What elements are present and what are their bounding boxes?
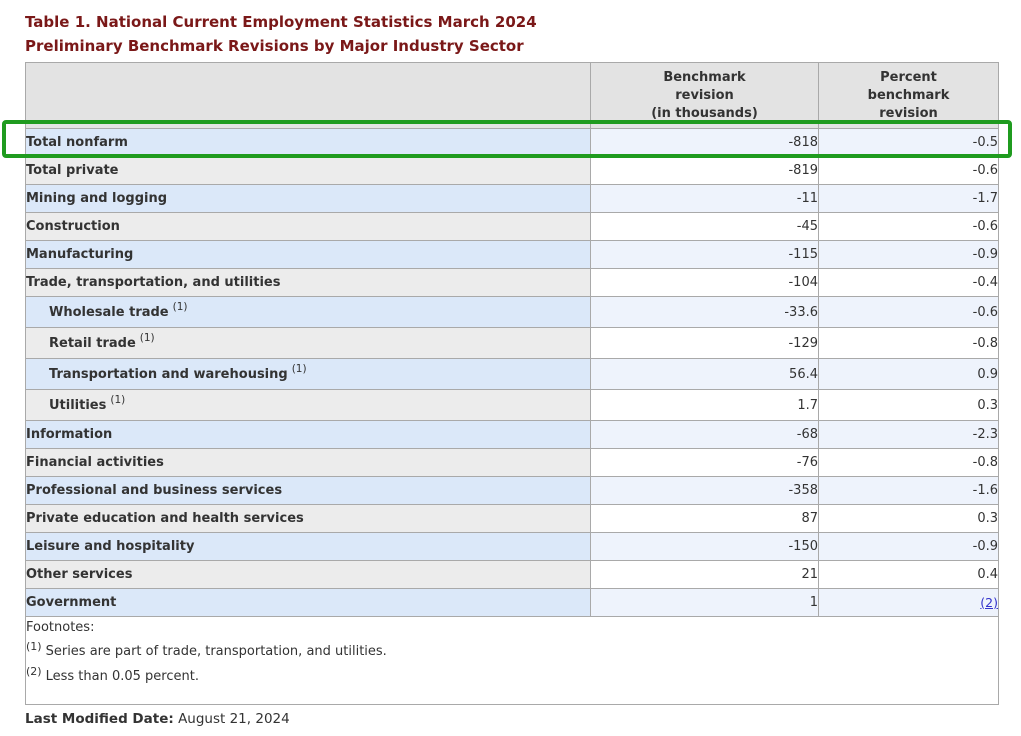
- benchmark-revision-cell: -76: [591, 449, 819, 477]
- table-row-government: Government 1 (2): [26, 589, 999, 617]
- row-label: Transportation and warehousing: [49, 367, 288, 382]
- table-row-private-education-and-health-services: Private education and health services 87…: [26, 505, 999, 533]
- row-label: Information: [26, 421, 591, 449]
- benchmark-revision-cell: -11: [591, 185, 819, 213]
- industry-column-header: [26, 63, 591, 129]
- benchmark-revision-column-header: Benchmark revision (in thousands): [591, 63, 819, 129]
- percent-revision-cell: 0.3: [819, 505, 999, 533]
- page: Table 1. National Current Employment Sta…: [0, 0, 1021, 736]
- table-row-information: Information -68 -2.3: [26, 421, 999, 449]
- last-modified: Last Modified Date: August 21, 2024: [25, 711, 290, 727]
- footnote-1-marker: (1): [26, 640, 42, 653]
- benchmark-revision-cell: 1.7: [591, 390, 819, 421]
- percent-revision-cell: -0.8: [819, 449, 999, 477]
- table-row-construction: Construction -45 -0.6: [26, 213, 999, 241]
- footnote-1-marker: (1): [110, 394, 125, 406]
- benchmark-revision-cell: -45: [591, 213, 819, 241]
- row-label: Wholesale trade: [49, 305, 169, 320]
- table-header-row: Benchmark revision (in thousands) Percen…: [26, 63, 999, 129]
- percent-revision-cell: 0.3: [819, 390, 999, 421]
- footnote-2-text: Less than 0.05 percent.: [46, 669, 199, 684]
- benchmark-revision-cell: -33.6: [591, 297, 819, 328]
- footnote-1-marker: (1): [292, 363, 307, 375]
- percent-revision-cell: -0.9: [819, 241, 999, 269]
- row-label: Mining and logging: [26, 185, 591, 213]
- table-row-wholesale-trade: Wholesale trade (1) -33.6 -0.6: [26, 297, 999, 328]
- percent-revision-cell: 0.9: [819, 359, 999, 390]
- footnotes-heading: Footnotes:: [26, 617, 998, 639]
- row-label: Construction: [26, 213, 591, 241]
- row-label: Trade, transportation, and utilities: [26, 269, 591, 297]
- row-label: Total nonfarm: [26, 129, 591, 157]
- benchmark-revision-cell: 21: [591, 561, 819, 589]
- percent-revision-cell: -1.6: [819, 477, 999, 505]
- benchmark-revision-cell: 87: [591, 505, 819, 533]
- percent-revision-cell: 0.4: [819, 561, 999, 589]
- row-label: Manufacturing: [26, 241, 591, 269]
- last-modified-value: August 21, 2024: [178, 711, 290, 727]
- table-row-leisure-and-hospitality: Leisure and hospitality -150 -0.9: [26, 533, 999, 561]
- page-title-line-2: Preliminary Benchmark Revisions by Major…: [25, 34, 537, 58]
- benchmark-revision-cell: -358: [591, 477, 819, 505]
- percent-revision-cell: -0.6: [819, 213, 999, 241]
- last-modified-label: Last Modified Date:: [25, 711, 174, 727]
- percent-revision-column-header: Percent benchmark revision: [819, 63, 999, 129]
- benchmark-revision-cell: -68: [591, 421, 819, 449]
- benchmark-revision-cell: -819: [591, 157, 819, 185]
- row-label: Private education and health services: [26, 505, 591, 533]
- table-row-professional-and-business-services: Professional and business services -358 …: [26, 477, 999, 505]
- page-title: Table 1. National Current Employment Sta…: [25, 10, 537, 58]
- benchmark-revision-cell: 56.4: [591, 359, 819, 390]
- table-row-total-private: Total private -819 -0.6: [26, 157, 999, 185]
- footnote-2: (2) Less than 0.05 percent.: [26, 664, 998, 689]
- table-row-financial-activities: Financial activities -76 -0.8: [26, 449, 999, 477]
- footnote-2-marker: (2): [26, 665, 42, 678]
- row-label: Other services: [26, 561, 591, 589]
- percent-revision-cell: -0.9: [819, 533, 999, 561]
- row-label: Leisure and hospitality: [26, 533, 591, 561]
- percent-revision-cell: -0.6: [819, 157, 999, 185]
- percent-revision-cell: (2): [819, 589, 999, 617]
- footnote-1-marker: (1): [140, 332, 155, 344]
- row-label: Retail trade: [49, 336, 136, 351]
- table-header: Benchmark revision (in thousands) Percen…: [26, 63, 999, 129]
- percent-revision-cell: -0.6: [819, 297, 999, 328]
- row-label: Government: [26, 589, 591, 617]
- table-row-other-services: Other services 21 0.4: [26, 561, 999, 589]
- table-row-utilities: Utilities (1) 1.7 0.3: [26, 390, 999, 421]
- footnotes-row: Footnotes: (1) Series are part of trade, …: [26, 617, 999, 705]
- benchmark-revision-cell: -818: [591, 129, 819, 157]
- table-row-retail-trade: Retail trade (1) -129 -0.8: [26, 328, 999, 359]
- table-row-transportation-and-warehousing: Transportation and warehousing (1) 56.4 0…: [26, 359, 999, 390]
- percent-revision-cell: -0.4: [819, 269, 999, 297]
- footnotes-section: Footnotes: (1) Series are part of trade, …: [26, 617, 999, 705]
- percent-revision-cell: -0.5: [819, 129, 999, 157]
- percent-revision-cell: -2.3: [819, 421, 999, 449]
- footnote-1-text: Series are part of trade, transportation…: [46, 644, 387, 659]
- footnote-1-marker: (1): [173, 301, 188, 313]
- benchmark-revisions-table: Benchmark revision (in thousands) Percen…: [25, 62, 999, 705]
- table-row-trade-transportation-utilities: Trade, transportation, and utilities -10…: [26, 269, 999, 297]
- page-title-line-1: Table 1. National Current Employment Sta…: [25, 10, 537, 34]
- row-label: Utilities: [49, 398, 106, 413]
- footnote-1: (1) Series are part of trade, transportat…: [26, 639, 998, 664]
- benchmark-revision-cell: -129: [591, 328, 819, 359]
- table-row-total-nonfarm: Total nonfarm -818 -0.5: [26, 129, 999, 157]
- row-label: Financial activities: [26, 449, 591, 477]
- benchmark-revision-cell: 1: [591, 589, 819, 617]
- table-row-manufacturing: Manufacturing -115 -0.9: [26, 241, 999, 269]
- benchmark-revision-cell: -115: [591, 241, 819, 269]
- row-label: Professional and business services: [26, 477, 591, 505]
- benchmark-revision-cell: -150: [591, 533, 819, 561]
- percent-revision-cell: -1.7: [819, 185, 999, 213]
- percent-revision-cell: -0.8: [819, 328, 999, 359]
- row-label: Total private: [26, 157, 591, 185]
- table-row-mining-and-logging: Mining and logging -11 -1.7: [26, 185, 999, 213]
- footnote-2-link[interactable]: (2): [980, 595, 998, 610]
- benchmark-revision-cell: -104: [591, 269, 819, 297]
